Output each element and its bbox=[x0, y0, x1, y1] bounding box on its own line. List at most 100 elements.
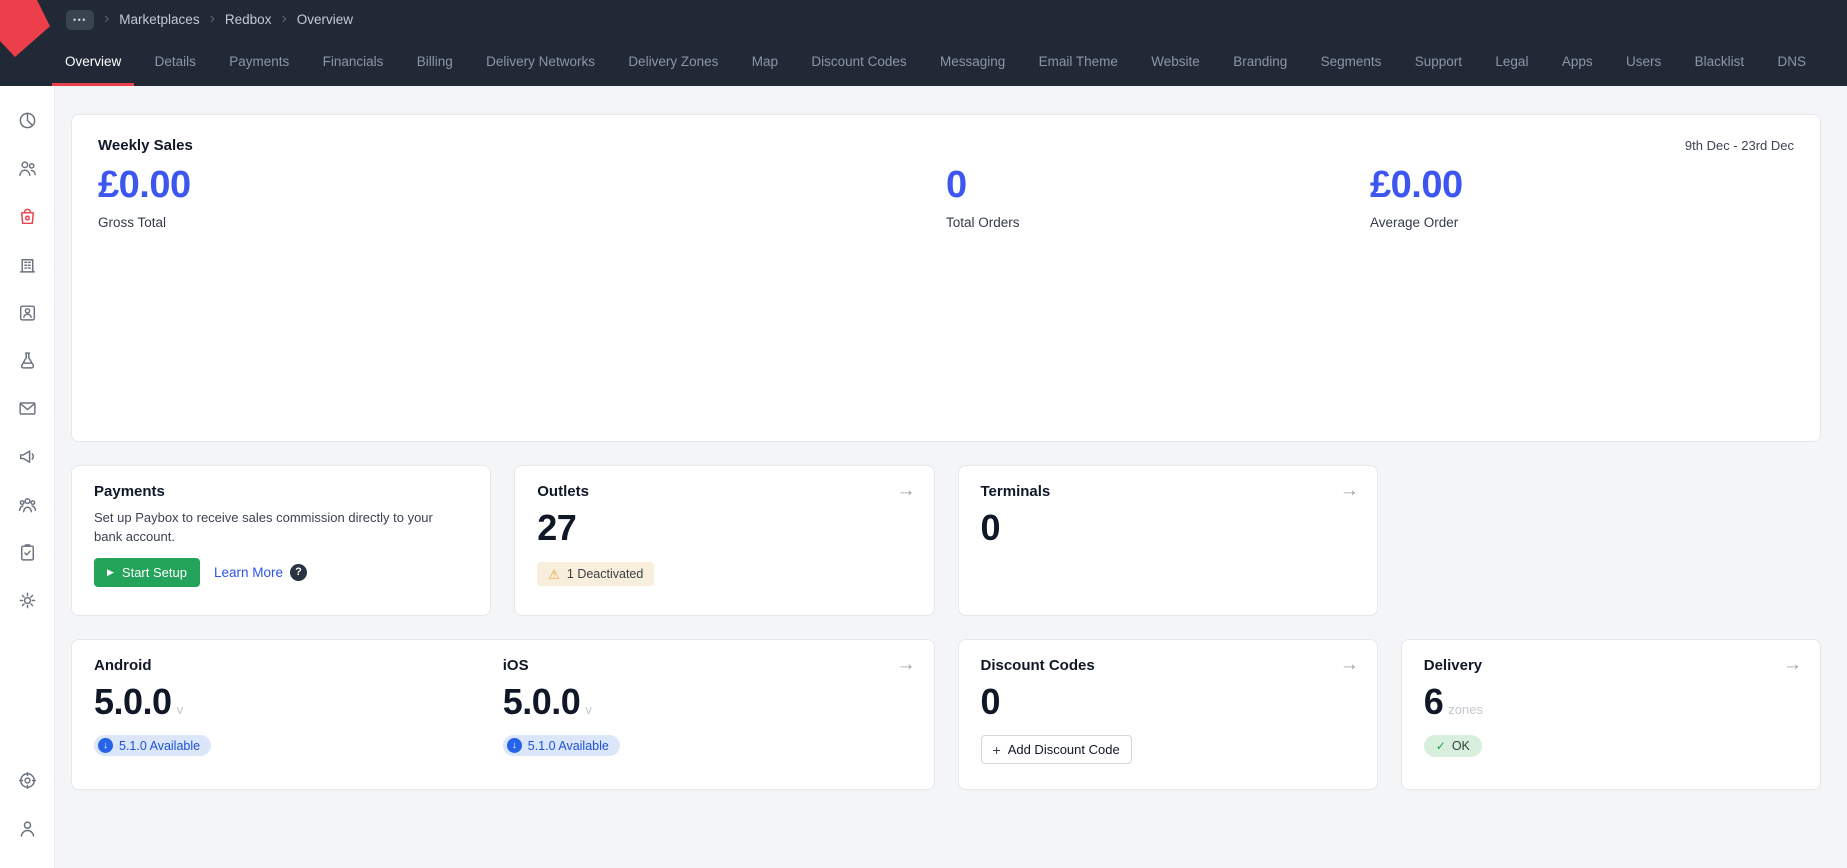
icon-sidebar bbox=[0, 86, 55, 868]
franchises-icon[interactable] bbox=[8, 148, 46, 188]
breadcrumb-marketplaces[interactable]: Marketplaces bbox=[119, 12, 199, 27]
chevron-right-icon: › bbox=[281, 11, 286, 29]
app-header: ••• › Marketplaces › Redbox › Overview O… bbox=[0, 0, 1847, 86]
delivery-zones-count: 6 bbox=[1424, 681, 1444, 723]
arrow-right-icon[interactable]: → bbox=[897, 481, 916, 500]
tab-billing[interactable]: Billing bbox=[404, 39, 466, 86]
tab-legal[interactable]: Legal bbox=[1482, 39, 1541, 86]
delivery-status-badge: ✓ OK bbox=[1424, 735, 1482, 757]
discount-codes-card: Discount Codes → 0 + Add Discount Code bbox=[958, 639, 1378, 790]
gross-total-value: £0.00 bbox=[98, 164, 522, 207]
tab-support[interactable]: Support bbox=[1402, 39, 1475, 86]
start-setup-button[interactable]: ▶ Start Setup bbox=[94, 558, 200, 587]
add-discount-code-button[interactable]: + Add Discount Code bbox=[981, 735, 1132, 764]
android-version: 5.0.0 bbox=[94, 681, 172, 723]
average-order-label: Average Order bbox=[1370, 215, 1794, 230]
cards-row-1: Payments Set up Paybox to receive sales … bbox=[71, 465, 1821, 616]
settings-gear-icon[interactable] bbox=[8, 580, 46, 620]
arrow-right-icon[interactable]: → bbox=[1340, 655, 1359, 674]
tab-apps[interactable]: Apps bbox=[1549, 39, 1606, 86]
tab-email-theme[interactable]: Email Theme bbox=[1026, 39, 1131, 86]
warning-icon: ⚠ bbox=[548, 568, 560, 581]
tab-details[interactable]: Details bbox=[142, 39, 209, 86]
download-icon: ↓ bbox=[507, 738, 522, 753]
total-orders-label: Total Orders bbox=[946, 215, 1370, 230]
ios-update-badge[interactable]: ↓ 5.1.0 Available bbox=[503, 735, 620, 756]
delivery-status-label: OK bbox=[1452, 739, 1470, 753]
discount-codes-count: 0 bbox=[981, 681, 1355, 723]
terminals-title: Terminals bbox=[981, 483, 1355, 500]
weekly-sales-card: Weekly Sales 9th Dec - 23rd Dec £0.00 Gr… bbox=[71, 114, 1821, 442]
android-update-label: 5.1.0 Available bbox=[119, 739, 200, 753]
tab-messaging[interactable]: Messaging bbox=[927, 39, 1018, 86]
ios-section: iOS 5.0.0 v ↓ 5.1.0 Available bbox=[503, 657, 912, 772]
help-question-icon[interactable]: ? bbox=[290, 564, 307, 581]
add-discount-code-label: Add Discount Code bbox=[1008, 742, 1120, 757]
tab-delivery-zones[interactable]: Delivery Zones bbox=[615, 39, 731, 86]
gross-total-label: Gross Total bbox=[98, 215, 522, 230]
android-version-suffix: v bbox=[177, 702, 184, 723]
messages-icon[interactable] bbox=[8, 388, 46, 428]
stat-gross-total: £0.00 Gross Total bbox=[98, 164, 522, 230]
tab-map[interactable]: Map bbox=[739, 39, 791, 86]
breadcrumb-redbox[interactable]: Redbox bbox=[225, 12, 272, 27]
delivery-title: Delivery bbox=[1424, 657, 1798, 674]
tab-discount-codes[interactable]: Discount Codes bbox=[798, 39, 919, 86]
start-setup-label: Start Setup bbox=[122, 565, 187, 580]
tab-blacklist[interactable]: Blacklist bbox=[1682, 39, 1758, 86]
marketplaces-icon[interactable] bbox=[8, 196, 46, 236]
account-profile-icon[interactable] bbox=[8, 808, 46, 848]
plus-icon: + bbox=[993, 743, 1001, 757]
tab-financials[interactable]: Financials bbox=[310, 39, 397, 86]
announcements-icon[interactable] bbox=[8, 436, 46, 476]
developer-target-icon[interactable] bbox=[8, 760, 46, 800]
download-icon: ↓ bbox=[98, 738, 113, 753]
deactivated-badge: ⚠ 1 Deactivated bbox=[537, 562, 654, 586]
android-section: Android 5.0.0 v ↓ 5.1.0 Available bbox=[94, 657, 503, 772]
ellipsis-menu-button[interactable]: ••• bbox=[66, 10, 94, 30]
android-title: Android bbox=[94, 657, 503, 674]
arrow-right-icon[interactable]: → bbox=[1783, 655, 1802, 674]
total-orders-value: 0 bbox=[946, 164, 1370, 207]
breadcrumb-bar: ••• › Marketplaces › Redbox › Overview bbox=[0, 0, 1847, 39]
payments-description: Set up Paybox to receive sales commissio… bbox=[94, 509, 454, 547]
main-content: Weekly Sales 9th Dec - 23rd Dec £0.00 Gr… bbox=[55, 86, 1847, 868]
ios-version: 5.0.0 bbox=[503, 681, 581, 723]
teams-icon[interactable] bbox=[8, 484, 46, 524]
outlets-card: Outlets → 27 ⚠ 1 Deactivated bbox=[514, 465, 934, 616]
chevron-right-icon: › bbox=[104, 11, 109, 29]
tasks-icon[interactable] bbox=[8, 532, 46, 572]
chevron-right-icon: › bbox=[210, 11, 215, 29]
tab-overview[interactable]: Overview bbox=[52, 39, 134, 86]
weekly-sales-stats: £0.00 Gross Total 0 Total Orders £0.00 A… bbox=[98, 164, 1794, 230]
learn-more-label: Learn More bbox=[214, 565, 283, 580]
delivery-card: Delivery → 6 zones ✓ OK bbox=[1401, 639, 1821, 790]
dashboard-icon[interactable] bbox=[8, 100, 46, 140]
tab-delivery-networks[interactable]: Delivery Networks bbox=[473, 39, 608, 86]
average-order-value: £0.00 bbox=[1370, 164, 1794, 207]
weekly-sales-title: Weekly Sales bbox=[98, 137, 193, 154]
tab-dns[interactable]: DNS bbox=[1764, 39, 1819, 86]
customers-icon[interactable] bbox=[8, 292, 46, 332]
discount-codes-title: Discount Codes bbox=[981, 657, 1355, 674]
terminals-count: 0 bbox=[981, 507, 1355, 549]
android-update-badge[interactable]: ↓ 5.1.0 Available bbox=[94, 735, 211, 756]
arrow-right-icon[interactable]: → bbox=[1340, 481, 1359, 500]
tab-branding[interactable]: Branding bbox=[1220, 39, 1300, 86]
organisations-icon[interactable] bbox=[8, 244, 46, 284]
labs-icon[interactable] bbox=[8, 340, 46, 380]
ios-update-label: 5.1.0 Available bbox=[528, 739, 609, 753]
weekly-sales-date-range: 9th Dec - 23rd Dec bbox=[1685, 138, 1794, 153]
tab-segments[interactable]: Segments bbox=[1308, 39, 1395, 86]
arrow-right-icon[interactable]: → bbox=[897, 655, 916, 674]
play-icon: ▶ bbox=[107, 568, 114, 577]
learn-more-link[interactable]: Learn More ? bbox=[214, 564, 307, 581]
outlets-title: Outlets bbox=[537, 483, 911, 500]
breadcrumb-overview[interactable]: Overview bbox=[297, 12, 353, 27]
cards-row-2: Android 5.0.0 v ↓ 5.1.0 Available iOS 5.… bbox=[71, 639, 1821, 790]
check-icon: ✓ bbox=[1436, 740, 1446, 752]
tab-users[interactable]: Users bbox=[1613, 39, 1674, 86]
stat-total-orders: 0 Total Orders bbox=[946, 164, 1370, 230]
tab-payments[interactable]: Payments bbox=[216, 39, 302, 86]
tab-website[interactable]: Website bbox=[1138, 39, 1213, 86]
